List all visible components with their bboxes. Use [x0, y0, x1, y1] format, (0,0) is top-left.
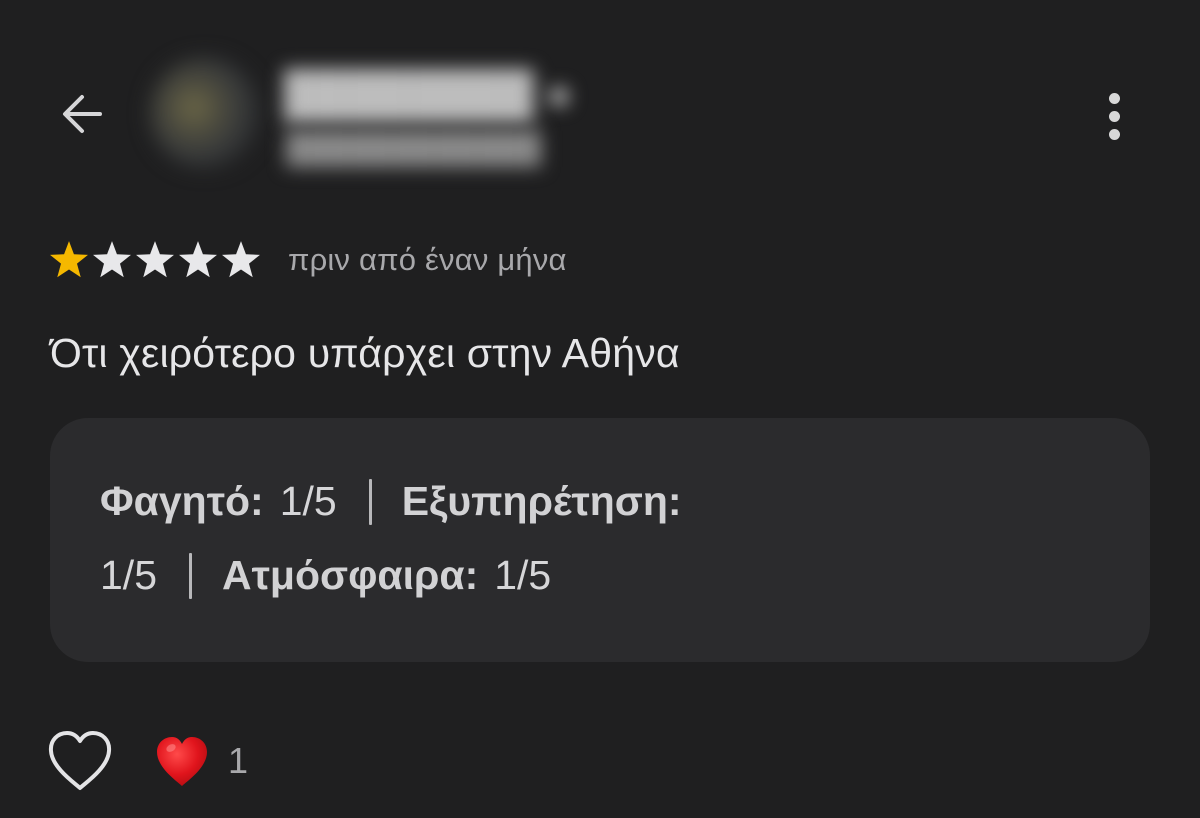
avatar[interactable] [150, 58, 260, 168]
arrow-left-icon [63, 95, 102, 133]
star-empty-icon [93, 241, 131, 278]
more-vertical-icon [1108, 92, 1120, 104]
like-button[interactable] [46, 728, 114, 794]
service-rating-label: Εξυπηρέτηση: [401, 478, 682, 524]
sub-ratings-line-2: 1/5 Ατμόσφαιρα: 1/5 [100, 552, 551, 599]
food-rating-label: Φαγητό: [100, 478, 264, 524]
food-rating-value: 1/5 [279, 478, 337, 524]
star-empty-icon [179, 241, 217, 278]
star-rating [48, 239, 262, 281]
rating-row: πριν από έναν μήνα [48, 236, 567, 284]
star-empty-icon [222, 241, 260, 278]
atmosphere-rating-label: Ατμόσφαιρα: [222, 552, 479, 598]
more-options-button[interactable] [1092, 84, 1136, 148]
divider [189, 552, 192, 599]
reviewer-subtitle-blurred: ████████████ [286, 132, 542, 165]
back-button[interactable] [56, 86, 108, 142]
sub-ratings-card [50, 418, 1150, 662]
star-empty-icon [136, 241, 174, 278]
divider [368, 478, 372, 525]
review-date: πριν από έναν μήνα [288, 242, 567, 277]
red-heart-icon [157, 737, 207, 786]
service-rating-value: 1/5 [100, 552, 157, 598]
review-text: Ότι χειρότερο υπάρχει στην Αθήνα [50, 330, 680, 376]
atmosphere-rating-value: 1/5 [494, 552, 552, 598]
reaction-chip[interactable]: 1 [154, 728, 248, 794]
sub-ratings-line-1: Φαγητό: 1/5 Εξυπηρέτηση: [100, 478, 682, 525]
review-screen: ████████ ● ████████████ πριν από έναν μή… [0, 0, 1200, 818]
reaction-count: 1 [228, 740, 249, 781]
star-filled-icon [50, 241, 88, 278]
reviewer-name-blurred: ████████ ● [284, 70, 573, 119]
reviewer-info[interactable]: ████████ ● ████████████ [102, 40, 572, 180]
heart-outline-icon [48, 731, 112, 790]
